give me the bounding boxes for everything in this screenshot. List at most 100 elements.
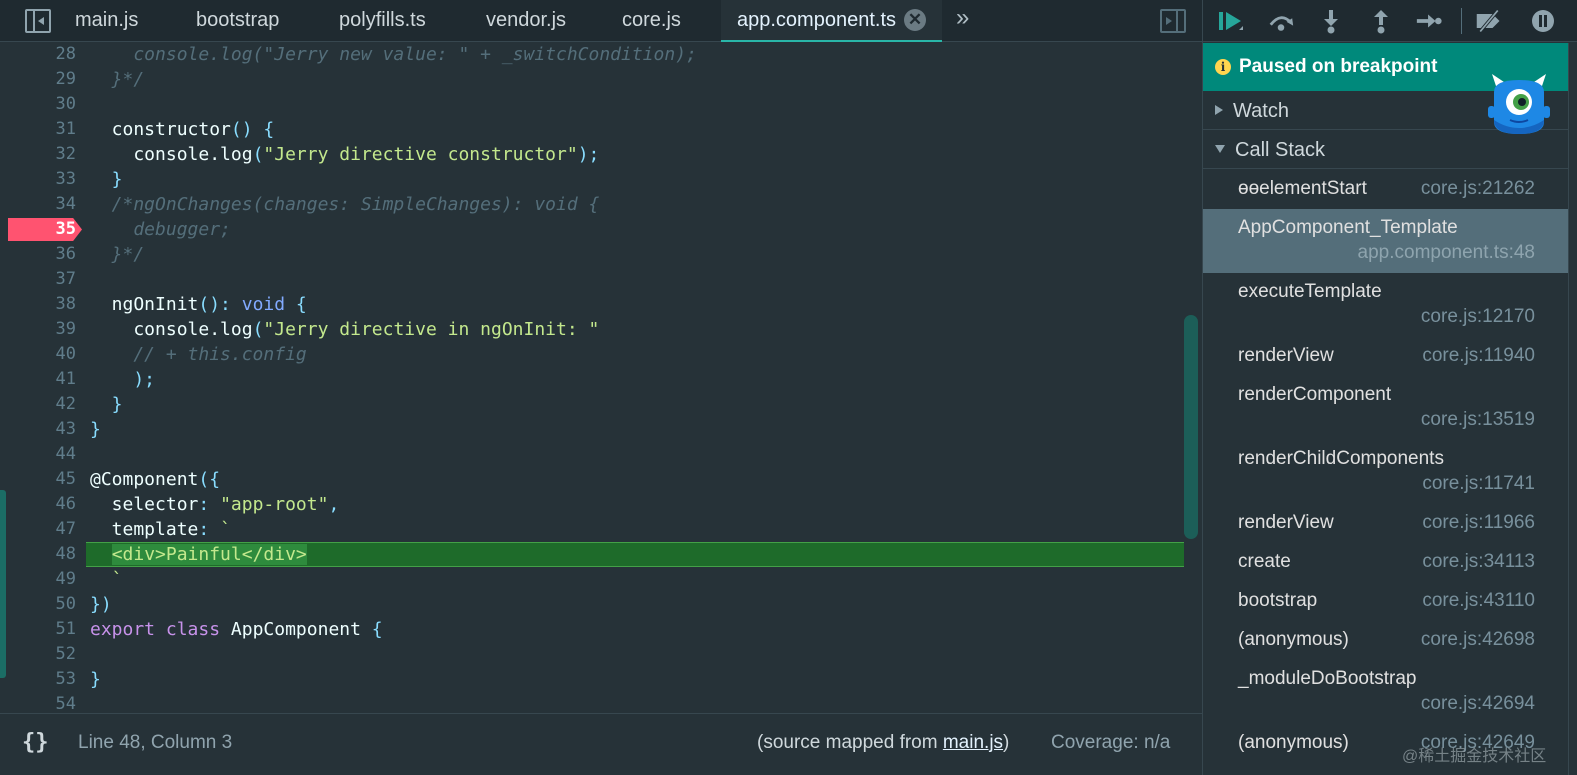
frame-function-name: AppComponent_Template: [1238, 217, 1458, 238]
code-text: }: [90, 417, 101, 442]
call-frame[interactable]: create core.js:34113: [1203, 543, 1568, 582]
frame-function-name: bootstrap: [1238, 590, 1318, 611]
chevron-right-icon: [1215, 105, 1223, 115]
resume-icon[interactable]: [1217, 8, 1245, 34]
code-editor[interactable]: 28 console.log("Jerry new value: " + _sw…: [0, 43, 1203, 713]
line-number[interactable]: 43: [0, 417, 76, 442]
code-text: console.log("Jerry directive in ngOnInit…: [90, 317, 599, 342]
line-number[interactable]: 29: [0, 67, 76, 92]
code-line: 34 /*ngOnChanges(changes: SimpleChanges)…: [0, 192, 1184, 217]
tab-app-component-ts[interactable]: app.component.ts ✕: [721, 0, 942, 42]
line-number[interactable]: 40: [0, 342, 76, 367]
line-number[interactable]: 49: [0, 567, 76, 592]
call-frame[interactable]: _moduleDoBootstrap core.js:42694: [1203, 660, 1568, 724]
tab-vendor-js[interactable]: vendor.js: [486, 0, 566, 42]
tab-bootstrap[interactable]: bootstrap: [196, 0, 279, 42]
call-frame[interactable]: renderChildComponents core.js:11741: [1203, 440, 1568, 504]
step-icon[interactable]: [1415, 8, 1443, 34]
code-text: `: [90, 567, 123, 592]
sidebar-scrollbar[interactable]: [1568, 43, 1577, 775]
line-number[interactable]: 36: [0, 242, 76, 267]
code-text: debugger;: [90, 217, 231, 242]
code-token: void: [241, 294, 286, 315]
step-out-icon[interactable]: [1367, 8, 1395, 34]
tab-core-js[interactable]: core.js: [622, 0, 681, 42]
code-text: /*ngOnChanges(changes: SimpleChanges): v…: [90, 192, 600, 217]
call-frame[interactable]: renderView core.js:11966: [1203, 504, 1568, 543]
code-line: 53}: [0, 667, 1184, 692]
code-line: 29 }*/: [0, 67, 1184, 92]
line-number[interactable]: 52: [0, 642, 76, 667]
code-text: }: [90, 167, 123, 192]
code-token: }: [90, 419, 101, 440]
line-number[interactable]: 42: [0, 392, 76, 417]
code-text: }: [90, 667, 101, 692]
call-frame[interactable]: AppComponent_Template app.component.ts:48: [1203, 209, 1568, 273]
code-token: ngOnInit: [90, 294, 199, 315]
source-map-link[interactable]: main.js: [943, 732, 1003, 753]
close-icon[interactable]: ✕: [904, 9, 926, 31]
frame-location: core.js:13519: [1420, 409, 1535, 430]
call-frame[interactable]: bootstrap core.js:43110: [1203, 582, 1568, 621]
call-frame[interactable]: renderView core.js:11940: [1203, 337, 1568, 376]
frame-function-name: renderView: [1238, 345, 1334, 366]
code-token: {: [285, 294, 307, 315]
paused-message: Paused on breakpoint: [1239, 56, 1438, 77]
line-number[interactable]: 54: [0, 692, 76, 713]
code-token: :: [198, 494, 221, 515]
call-frame[interactable]: executeTemplate core.js:12170: [1203, 273, 1568, 337]
pause-on-exceptions-icon[interactable]: [1529, 8, 1557, 34]
code-text: console.log("Jerry new value: " + _switc…: [90, 43, 697, 67]
line-number[interactable]: 31: [0, 117, 76, 142]
line-number[interactable]: 46: [0, 492, 76, 517]
code-text: }: [90, 392, 123, 417]
call-frame[interactable]: ɵɵelementStart core.js:21262: [1203, 170, 1568, 209]
toolbar-separator: [1461, 8, 1462, 34]
line-number[interactable]: 48: [0, 542, 76, 567]
line-number[interactable]: 50: [0, 592, 76, 617]
code-line: 48 <div>Painful</div>: [0, 542, 1184, 567]
code-token: :: [198, 519, 221, 540]
toggle-navigator-icon[interactable]: [25, 9, 51, 33]
line-number[interactable]: 44: [0, 442, 76, 467]
deactivate-breakpoints-icon[interactable]: [1475, 8, 1503, 34]
code-line: 46 selector: "app-root",: [0, 492, 1184, 517]
code-line: 42 }: [0, 392, 1184, 417]
line-number[interactable]: 47: [0, 517, 76, 542]
editor-scrollbar[interactable]: [1184, 315, 1198, 539]
code-text: );: [90, 367, 155, 392]
tab-polyfills-ts[interactable]: polyfills.ts: [339, 0, 426, 42]
code-token: (: [252, 319, 264, 340]
more-tabs-icon[interactable]: »: [956, 4, 969, 32]
line-number[interactable]: 35: [0, 217, 76, 242]
frame-location: core.js:34113: [1422, 551, 1535, 572]
code-line: 37: [0, 267, 1184, 292]
line-number[interactable]: 32: [0, 142, 76, 167]
source-map-suffix: ): [1003, 732, 1010, 753]
pretty-print-button[interactable]: {}: [22, 730, 49, 755]
watermark-text: @稀土掘金技术社区: [1402, 748, 1547, 765]
code-token: "app-root": [220, 494, 329, 515]
call-frame[interactable]: renderComponent core.js:13519: [1203, 376, 1568, 440]
step-over-icon[interactable]: [1267, 8, 1295, 34]
line-number[interactable]: 28: [0, 43, 76, 67]
line-number[interactable]: 38: [0, 292, 76, 317]
line-number[interactable]: 51: [0, 617, 76, 642]
code-line: 51 export class AppComponent {: [0, 617, 1184, 642]
line-number[interactable]: 41: [0, 367, 76, 392]
line-number[interactable]: 33: [0, 167, 76, 192]
line-number[interactable]: 30: [0, 92, 76, 117]
line-number[interactable]: 53: [0, 667, 76, 692]
call-frame[interactable]: (anonymous) core.js:42698: [1203, 621, 1568, 660]
code-text: constructor() {: [90, 117, 275, 142]
toggle-debugger-icon[interactable]: [1160, 9, 1186, 33]
line-number[interactable]: 45: [0, 467, 76, 492]
line-number[interactable]: 37: [0, 267, 76, 292]
line-number[interactable]: 34: [0, 192, 76, 217]
step-into-icon[interactable]: [1317, 8, 1345, 34]
tab-main-js[interactable]: main.js: [75, 0, 138, 42]
line-number[interactable]: 39: [0, 317, 76, 342]
code-text: console.log("Jerry directive constructor…: [90, 142, 599, 167]
